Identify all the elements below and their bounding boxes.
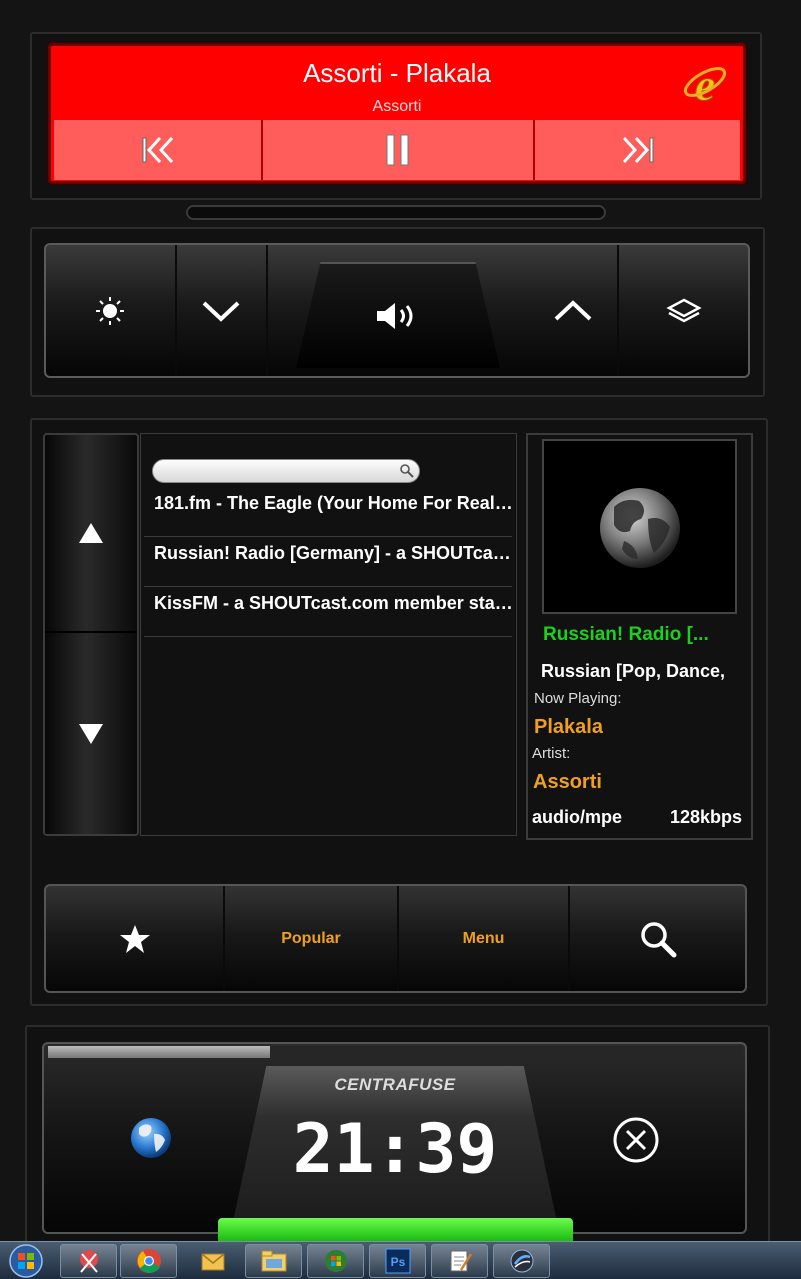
favorites-button[interactable] <box>46 886 225 991</box>
divider <box>144 636 512 637</box>
outlook-icon <box>201 1253 224 1271</box>
taskbar-chrome[interactable] <box>120 1244 177 1278</box>
windows-media-icon <box>324 1250 347 1272</box>
taskbar-photoshop[interactable]: Ps <box>369 1244 426 1278</box>
notepad-icon <box>450 1250 472 1272</box>
footer-progress-fill <box>48 1046 271 1058</box>
chevron-down-icon <box>202 301 240 322</box>
playback-controls <box>54 120 740 180</box>
info-song: Plakala <box>534 716 603 738</box>
layers-icon <box>665 298 702 322</box>
divider <box>144 586 512 587</box>
scroll-down-button[interactable] <box>45 635 137 833</box>
svg-text:Ps: Ps <box>390 1255 405 1269</box>
divider <box>144 536 512 537</box>
mute-button[interactable] <box>296 262 500 368</box>
search-icon <box>400 464 414 478</box>
pause-icon <box>386 134 409 166</box>
triangle-down-icon <box>79 724 103 744</box>
status-indicator-bar <box>218 1218 573 1242</box>
previous-button[interactable] <box>54 120 261 180</box>
next-button[interactable] <box>535 120 740 180</box>
volume-up-button[interactable] <box>529 245 620 376</box>
album-art <box>542 439 737 614</box>
triangle-up-icon <box>79 523 103 543</box>
taskbar-snipping-tool[interactable] <box>60 1244 117 1278</box>
now-playing-label: Now Playing: <box>534 690 622 707</box>
chrome-icon <box>136 1249 161 1273</box>
star-icon <box>119 924 150 953</box>
snipping-tool-icon <box>79 1250 98 1273</box>
list-scroller <box>43 433 139 836</box>
windows-start-icon <box>9 1244 43 1278</box>
search-button[interactable] <box>570 886 745 991</box>
info-artist: Assorti <box>533 771 602 793</box>
skip-next-icon <box>622 136 653 164</box>
taskbar-explorer[interactable] <box>245 1244 302 1278</box>
artist-label: Artist: <box>532 745 571 762</box>
layers-button[interactable] <box>619 245 748 376</box>
speaker-icon <box>377 303 413 329</box>
brightness-button[interactable] <box>46 245 177 376</box>
info-bitrate: 128kbps <box>670 807 743 827</box>
now-playing-box: Assorti - Plakala Assorti e <box>48 43 746 184</box>
search-input[interactable] <box>152 459 420 483</box>
info-genre: Russian [Pop, Dance, <box>541 661 726 681</box>
clock: 21:39 <box>292 1110 498 1189</box>
internet-button[interactable] <box>127 1114 175 1167</box>
taskbar: Ps <box>0 1241 801 1279</box>
footer-progress-bar <box>48 1046 742 1058</box>
brand-logo: CENTRAFUSE <box>334 1075 456 1094</box>
taskbar-media[interactable] <box>307 1244 364 1278</box>
svg-text:e: e <box>695 59 715 110</box>
browse-toolbar: Popular Menu <box>44 884 747 993</box>
taskbar-notepad[interactable] <box>431 1244 488 1278</box>
now-playing-subtitle: Assorti <box>372 98 422 115</box>
volume-down-button[interactable] <box>177 245 268 376</box>
now-playing-title: Assorti - Plakala <box>303 58 491 88</box>
close-circle-icon <box>613 1117 659 1163</box>
skip-previous-icon <box>142 136 173 164</box>
exit-button[interactable] <box>611 1115 661 1170</box>
internet-explorer-icon[interactable]: e <box>681 58 729 111</box>
globe-icon <box>131 1118 171 1158</box>
file-explorer-icon <box>261 1250 286 1272</box>
scroll-up-button[interactable] <box>45 435 137 633</box>
info-station-name: Russian! Radio [... <box>543 624 709 645</box>
popular-button[interactable]: Popular <box>225 886 399 991</box>
brightness-icon <box>96 296 125 325</box>
chevron-up-icon <box>554 299 592 320</box>
taskbar-outlook[interactable] <box>184 1244 241 1278</box>
start-button[interactable] <box>6 1243 46 1279</box>
magnifier-icon <box>640 921 676 957</box>
seek-slider[interactable] <box>186 205 606 220</box>
globe-icon <box>600 488 680 568</box>
info-format: audio/mpe <box>532 807 623 827</box>
menu-button[interactable]: Menu <box>399 886 570 991</box>
photoshop-icon: Ps <box>385 1248 410 1274</box>
pause-button[interactable] <box>263 120 533 180</box>
taskbar-centrafuse[interactable] <box>493 1244 550 1278</box>
centrafuse-icon <box>510 1249 533 1273</box>
